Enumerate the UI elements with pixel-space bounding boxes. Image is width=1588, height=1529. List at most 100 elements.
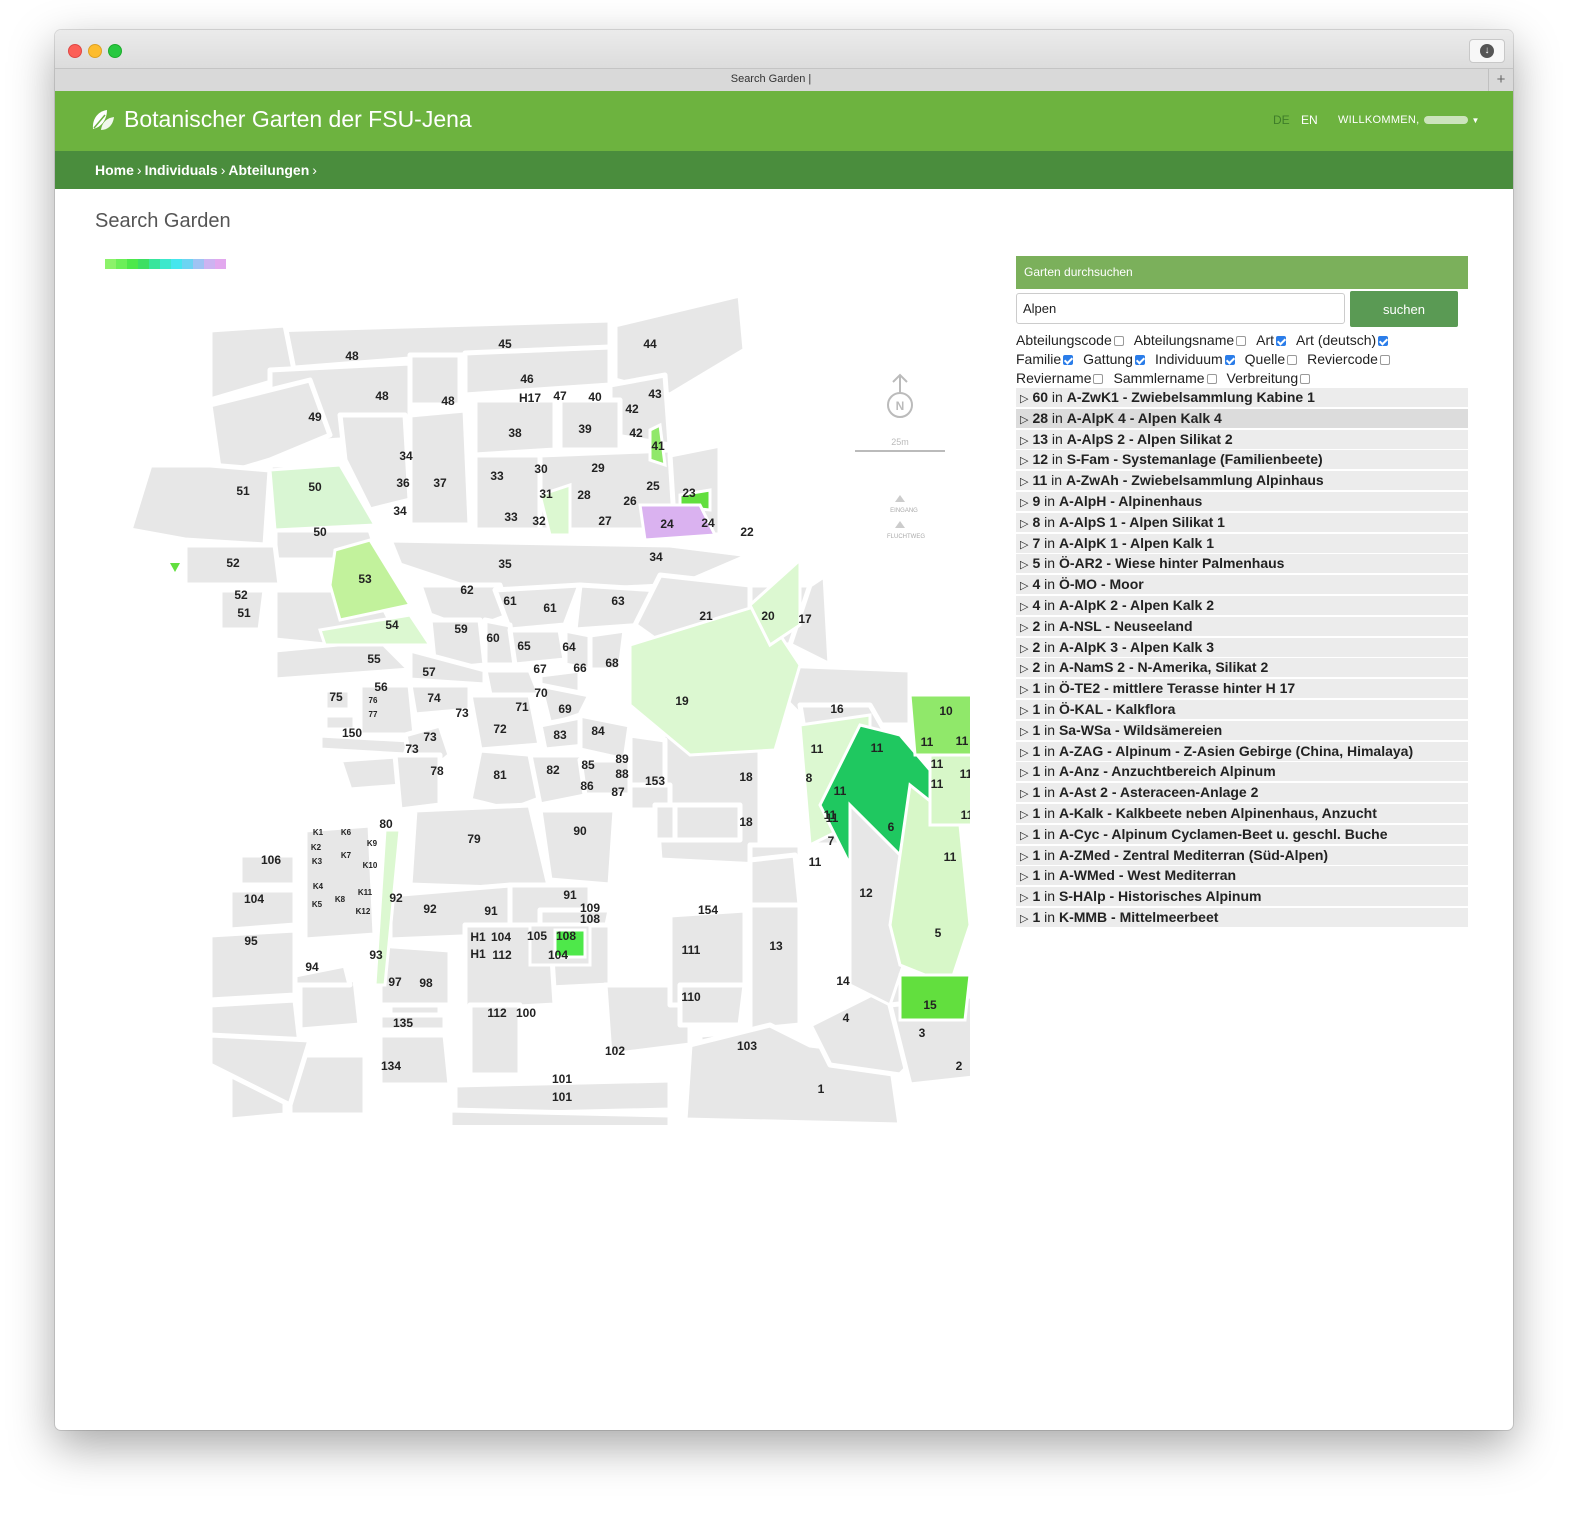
map-area-label[interactable]: 63: [611, 594, 625, 608]
map-area-label[interactable]: K1: [313, 828, 324, 837]
map-area-label[interactable]: 91: [563, 888, 577, 902]
result-item[interactable]: ▷ 1 in A-Anz - Anzuchtbereich Alpinum: [1016, 762, 1468, 782]
map-area-label[interactable]: H17: [519, 391, 541, 405]
map-area-label[interactable]: 13: [769, 939, 783, 953]
map-area-label[interactable]: 80: [379, 817, 393, 831]
map-area-label[interactable]: 48: [441, 394, 455, 408]
map-area-label[interactable]: 101: [552, 1090, 572, 1104]
map-area-label[interactable]: 100: [516, 1006, 536, 1020]
map-area-label[interactable]: 101: [552, 1072, 572, 1086]
search-option-checkbox[interactable]: [1093, 374, 1104, 384]
map-area-label[interactable]: 72: [493, 722, 507, 736]
map-area-label[interactable]: 77: [369, 710, 378, 719]
map-area-label[interactable]: 88: [615, 767, 629, 781]
map-area-label[interactable]: 11: [871, 741, 884, 755]
map-area-label[interactable]: 81: [493, 768, 507, 782]
map-area-label[interactable]: 94: [305, 960, 319, 974]
map-area-label[interactable]: 73: [455, 706, 469, 720]
map-area-label[interactable]: 153: [645, 774, 665, 788]
map-area-label[interactable]: 62: [460, 583, 474, 597]
result-item[interactable]: ▷ 1 in S-HAlp - Historisches Alpinum: [1016, 887, 1468, 907]
map-area-label[interactable]: 90: [573, 824, 587, 838]
breadcrumb-individuals[interactable]: Individuals: [145, 162, 218, 178]
result-item[interactable]: ▷ 1 in A-ZMed - Zentral Mediterran (Süd-A…: [1016, 845, 1468, 865]
map-area-label[interactable]: 150: [342, 726, 362, 740]
map-area-label[interactable]: 22: [740, 525, 754, 539]
map-area-label[interactable]: K12: [356, 907, 371, 916]
map-area-label[interactable]: 37: [433, 476, 447, 490]
map-area-label[interactable]: 104: [548, 948, 568, 962]
map-area-label[interactable]: 12: [859, 886, 873, 900]
map-area-label[interactable]: K5: [312, 900, 323, 909]
map-area-label[interactable]: 54: [385, 618, 399, 632]
map-area-label[interactable]: 19: [675, 694, 689, 708]
map-area-label[interactable]: 65: [517, 639, 531, 653]
map-area-label[interactable]: 60: [486, 631, 500, 645]
maximize-window-button[interactable]: [108, 44, 122, 58]
map-area-label[interactable]: 27: [598, 514, 612, 528]
map-area-label[interactable]: 52: [234, 588, 248, 602]
map-area-label[interactable]: 42: [625, 402, 639, 416]
result-item[interactable]: ▷ 1 in K-MMB - Mittelmeerbeet: [1016, 907, 1468, 927]
map-area-label[interactable]: 61: [543, 601, 557, 615]
new-tab-button[interactable]: +: [1488, 69, 1513, 92]
map-area-label[interactable]: 76: [369, 696, 378, 705]
map-area-label[interactable]: 11: [931, 777, 944, 791]
map-area-label[interactable]: 48: [345, 349, 359, 363]
map-area-label[interactable]: 82: [546, 763, 560, 777]
result-item[interactable]: ▷ 28 in A-AlpK 4 - Alpen Kalk 4: [1016, 408, 1468, 428]
search-input[interactable]: [1016, 293, 1345, 324]
result-item[interactable]: ▷ 1 in A-ZAG - Alpinum - Z-Asien Gebirge …: [1016, 741, 1468, 761]
map-area-label[interactable]: 97: [388, 975, 402, 989]
search-option[interactable]: Art (deutsch): [1296, 331, 1389, 350]
map-area-label[interactable]: K7: [341, 851, 352, 860]
map-area-label[interactable]: 86: [580, 779, 594, 793]
map-area-label[interactable]: 55: [367, 652, 381, 666]
map-area-label[interactable]: 11: [956, 734, 969, 748]
map-area-label[interactable]: 87: [611, 785, 625, 799]
map-area-label[interactable]: 61: [503, 594, 517, 608]
search-option[interactable]: Gattung: [1083, 350, 1145, 369]
search-option[interactable]: Sammlername: [1113, 369, 1217, 388]
map-area-label[interactable]: 135: [393, 1016, 413, 1030]
map-area-label[interactable]: 51: [237, 606, 251, 620]
map-area-label[interactable]: 20: [761, 609, 775, 623]
map-area-label[interactable]: 11: [961, 808, 974, 822]
result-item[interactable]: ▷ 1 in Sa-WSa - Wildsämereien: [1016, 720, 1468, 740]
map-area-label[interactable]: 34: [649, 550, 663, 564]
result-item[interactable]: ▷ 1 in Ö-KAL - Kalkflora: [1016, 699, 1468, 719]
map-area-label[interactable]: 48: [375, 389, 389, 403]
map-area-label[interactable]: 16: [830, 702, 844, 716]
lang-de-link[interactable]: DE: [1273, 113, 1290, 127]
map-area-label[interactable]: 104: [244, 892, 264, 906]
search-option-checkbox[interactable]: [1300, 374, 1311, 384]
result-item[interactable]: ▷ 8 in A-AlpS 1 - Alpen Silikat 1: [1016, 512, 1468, 532]
search-option[interactable]: Art: [1256, 331, 1287, 350]
result-item[interactable]: ▷ 7 in A-AlpK 1 - Alpen Kalk 1: [1016, 533, 1468, 553]
map-area-label[interactable]: 53: [358, 572, 372, 586]
map-area-label[interactable]: 111: [682, 943, 701, 957]
map-area-label[interactable]: 41: [651, 439, 665, 453]
map-area-label[interactable]: 134: [381, 1059, 401, 1073]
map-area-label[interactable]: 74: [427, 691, 441, 705]
map-area-label[interactable]: 59: [454, 622, 468, 636]
map-area-label[interactable]: 28: [577, 488, 591, 502]
result-item[interactable]: ▷ 4 in A-AlpK 2 - Alpen Kalk 2: [1016, 595, 1468, 615]
map-area-label[interactable]: 30: [534, 462, 548, 476]
map-area-label[interactable]: 43: [648, 387, 662, 401]
map-area-label[interactable]: 110: [681, 990, 701, 1004]
map-area-label[interactable]: 32: [532, 514, 546, 528]
map-area-label[interactable]: 42: [629, 426, 643, 440]
map-area-label[interactable]: 83: [553, 728, 567, 742]
map-area-label[interactable]: 85: [581, 758, 595, 772]
user-menu[interactable]: WILLKOMMEN, ▼: [1338, 114, 1480, 126]
map-area-label[interactable]: 11: [811, 742, 824, 756]
map-area-label[interactable]: 40: [588, 390, 602, 404]
map-area-label[interactable]: 68: [605, 656, 619, 670]
map-area-label[interactable]: 17: [798, 612, 812, 626]
map-area-label[interactable]: 5: [935, 926, 942, 940]
map-area-label[interactable]: 4: [843, 1011, 850, 1025]
map-area-label[interactable]: 21: [699, 609, 713, 623]
map-area-label[interactable]: 39: [578, 422, 592, 436]
map-area-label[interactable]: 50: [313, 525, 327, 539]
